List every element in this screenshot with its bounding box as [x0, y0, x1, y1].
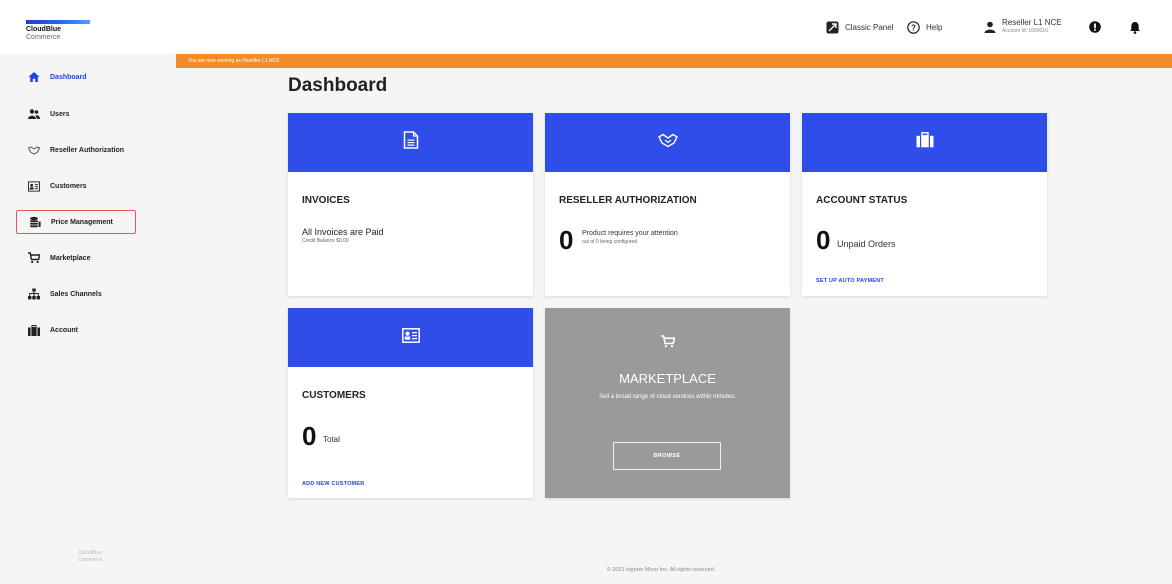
alert-icon — [1089, 21, 1101, 33]
briefcase-icon — [916, 132, 934, 153]
notifications-button[interactable] — [1129, 0, 1141, 54]
sidebar-item-users[interactable]: Users — [16, 102, 136, 126]
user-account-id: Account Id: 1000016 — [1002, 28, 1048, 34]
users-icon — [28, 108, 40, 120]
account-status-card-header — [802, 113, 1047, 172]
marketplace-title: MARKETPLACE — [619, 371, 716, 386]
sidebar-item-label: Dashboard — [50, 73, 87, 81]
org-chart-icon — [28, 288, 40, 300]
cart-icon — [28, 252, 40, 264]
handshake-icon — [657, 132, 678, 153]
logo-stripe — [26, 20, 90, 24]
sidebar-item-price-management[interactable]: Price Management — [16, 210, 136, 234]
help-link[interactable]: ? Help — [907, 0, 942, 54]
sidebar-item-label: Customers — [50, 182, 87, 190]
invoices-card[interactable]: INVOICES All Invoices are Paid Credit Ba… — [288, 113, 533, 296]
footer-logo-line2: Commerce — [78, 557, 103, 563]
logo-text-line1: CloudBlue — [26, 26, 61, 33]
reseller-authorization-title: RESELLER AUTHORIZATION — [559, 195, 697, 206]
sidebar-item-customers[interactable]: Customers — [16, 174, 136, 198]
setup-auto-payment-link[interactable]: SET UP AUTO PAYMENT — [816, 278, 884, 284]
classic-panel-label: Classic Panel — [845, 22, 894, 32]
sidebar-item-label: Users — [50, 110, 70, 118]
contact-card-icon — [28, 180, 40, 192]
sidebar-item-marketplace[interactable]: Marketplace — [16, 246, 136, 270]
copyright-footer: © 2021 Ingram Micro Inc. All rights rese… — [606, 567, 716, 573]
logo-text-line2: Commerce — [26, 34, 61, 41]
banner-text: You are now working as Reseller L1 NCE — [188, 58, 280, 64]
document-icon — [403, 131, 419, 154]
classic-panel-link[interactable]: Classic Panel — [826, 0, 893, 54]
browse-button[interactable]: BROWSE — [613, 442, 721, 470]
sidebar-item-label: Marketplace — [50, 254, 91, 262]
home-icon — [28, 71, 40, 83]
brand-logo[interactable]: CloudBlue Commerce — [26, 20, 90, 42]
user-icon — [984, 21, 996, 33]
account-status-title: ACCOUNT STATUS — [816, 195, 908, 206]
sidebar-item-sales-channels[interactable]: Sales Channels — [16, 282, 136, 306]
sidebar: Dashboard Users Reseller Authorization C… — [0, 54, 176, 584]
reseller-authorization-count: 0 — [559, 225, 574, 255]
top-bar: CloudBlue Commerce Classic Panel ? Help … — [0, 0, 1172, 54]
sidebar-item-label: Account — [50, 326, 78, 334]
add-new-customer-link[interactable]: ADD NEW CUSTOMER — [302, 481, 364, 487]
handshake-icon — [28, 144, 40, 156]
invoices-card-header — [288, 113, 533, 172]
sidebar-item-reseller-authorization[interactable]: Reseller Authorization — [16, 138, 136, 162]
customers-total-label: Total — [323, 435, 340, 444]
sidebar-item-label: Sales Channels — [50, 290, 102, 298]
alerts-button[interactable] — [1089, 0, 1101, 54]
unpaid-orders-count: 0 — [816, 225, 831, 255]
sidebar-item-dashboard[interactable]: Dashboard — [16, 65, 136, 89]
sidebar-item-label: Price Management — [51, 218, 113, 226]
user-name: Reseller L1 NCE — [1002, 18, 1062, 27]
customers-card[interactable]: CUSTOMERS 0 Total ADD NEW CUSTOMER — [288, 308, 533, 498]
reseller-authorization-sub: out of 0 being configured — [582, 239, 638, 245]
briefcase-icon — [28, 324, 40, 336]
customers-title: CUSTOMERS — [302, 390, 366, 401]
impersonation-banner: You are now working as Reseller L1 NCE — [176, 54, 1172, 68]
coins-icon — [29, 216, 41, 228]
unpaid-orders-label: Unpaid Orders — [837, 239, 896, 249]
account-status-card[interactable]: ACCOUNT STATUS 0 Unpaid Orders SET UP AU… — [802, 113, 1047, 296]
customers-count: 0 — [302, 421, 317, 451]
cart-icon — [660, 335, 676, 353]
svg-text:?: ? — [911, 23, 916, 32]
help-label: Help — [926, 22, 943, 32]
help-icon: ? — [907, 20, 920, 34]
marketplace-icon-wrap — [545, 335, 790, 353]
sidebar-footer-logo: CloudBlue Commerce — [78, 550, 102, 564]
sidebar-item-account[interactable]: Account — [16, 318, 136, 342]
bell-icon — [1129, 21, 1141, 34]
marketplace-description: Sell a broad range of cloud services wit… — [599, 394, 736, 400]
sidebar-item-label: Reseller Authorization — [50, 146, 125, 154]
reseller-authorization-card-header — [545, 113, 790, 172]
page-title: Dashboard — [288, 75, 388, 96]
reseller-authorization-text: Product requires your attention — [582, 230, 678, 237]
user-menu[interactable]: Reseller L1 NCE Account Id: 1000016 — [984, 0, 1062, 54]
reseller-authorization-card[interactable]: RESELLER AUTHORIZATION 0 Product require… — [545, 113, 790, 296]
footer-logo-line1: CloudBlue — [78, 550, 102, 556]
invoices-status: All Invoices are Paid — [302, 227, 384, 237]
invoices-balance: Credit Balance $0.00 — [302, 238, 349, 244]
classic-panel-icon — [826, 21, 839, 34]
invoices-title: INVOICES — [302, 195, 350, 206]
marketplace-card[interactable]: MARKETPLACE Sell a broad range of cloud … — [545, 308, 790, 498]
customers-card-header — [288, 308, 533, 367]
contact-card-icon — [401, 327, 420, 348]
reseller-authorization-text-block: Product requires your attention out of 0… — [582, 230, 678, 246]
